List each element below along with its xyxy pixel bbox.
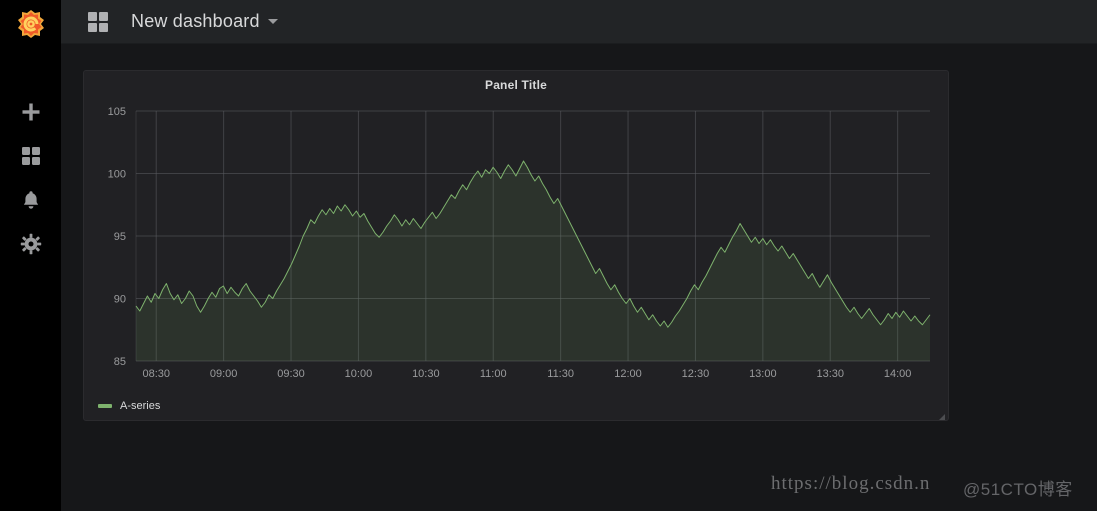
sidebar xyxy=(0,0,61,511)
svg-text:90: 90 xyxy=(114,294,126,306)
svg-text:85: 85 xyxy=(114,356,126,368)
watermark-author: @51CTO博客 xyxy=(963,480,1073,499)
grafana-app: New dashboard Panel Title 85 90 95 100 105 08… xyxy=(0,0,1097,511)
svg-text:105: 105 xyxy=(108,106,126,118)
legend-series-label[interactable]: A-series xyxy=(120,400,160,412)
svg-text:10:00: 10:00 xyxy=(345,368,373,380)
dashboard-title[interactable]: New dashboard xyxy=(131,11,260,32)
svg-text:12:30: 12:30 xyxy=(682,368,710,380)
sidebar-item-dashboards[interactable] xyxy=(0,134,61,178)
svg-text:13:00: 13:00 xyxy=(749,368,777,380)
svg-text:13:30: 13:30 xyxy=(816,368,844,380)
panel-header: Panel Title xyxy=(84,71,948,99)
gear-icon xyxy=(20,233,41,255)
svg-text:95: 95 xyxy=(114,231,126,243)
legend-series-marker xyxy=(98,404,112,408)
bell-icon xyxy=(23,191,38,209)
panel-title[interactable]: Panel Title xyxy=(485,78,547,92)
svg-text:10:30: 10:30 xyxy=(412,368,440,380)
svg-text:14:00: 14:00 xyxy=(884,368,912,380)
svg-text:12:00: 12:00 xyxy=(614,368,642,380)
plus-icon xyxy=(22,103,39,121)
svg-text:09:30: 09:30 xyxy=(277,368,305,380)
watermark: https://blog.csdn.n @51CTO博客 xyxy=(763,469,1093,503)
sidebar-items xyxy=(0,90,61,266)
watermark-url: https://blog.csdn.n xyxy=(771,473,931,494)
svg-text:08:30: 08:30 xyxy=(142,368,170,380)
dashboards-grid-icon xyxy=(21,147,40,165)
sidebar-item-create[interactable] xyxy=(0,90,61,134)
svg-text:11:30: 11:30 xyxy=(547,368,574,380)
svg-text:09:00: 09:00 xyxy=(210,368,238,380)
svg-text:11:00: 11:00 xyxy=(480,368,507,380)
resize-handle-icon[interactable] xyxy=(936,408,946,420)
chart-legend: A-series xyxy=(98,400,160,412)
sidebar-item-alerting[interactable] xyxy=(0,178,61,222)
time-series-chart[interactable]: 85 90 95 100 105 08:30 09:00 09:30 10:00 10:30 11:… xyxy=(84,99,948,399)
dashboard-area: Panel Title 85 90 95 100 105 08:30 09:00 09:30 1… xyxy=(61,44,1097,511)
chevron-down-icon[interactable] xyxy=(267,19,278,24)
panel-body: 85 90 95 100 105 08:30 09:00 09:30 10:00 10:30 11:… xyxy=(84,99,948,399)
svg-text:100: 100 xyxy=(108,169,126,181)
dashboard-grid-icon xyxy=(87,11,109,33)
sidebar-item-configuration[interactable] xyxy=(0,222,61,266)
grafana-logo-icon[interactable] xyxy=(0,0,61,48)
graph-panel: Panel Title 85 90 95 100 105 08:30 09:00 09:30 1… xyxy=(83,70,949,421)
navbar: New dashboard xyxy=(61,0,1097,44)
